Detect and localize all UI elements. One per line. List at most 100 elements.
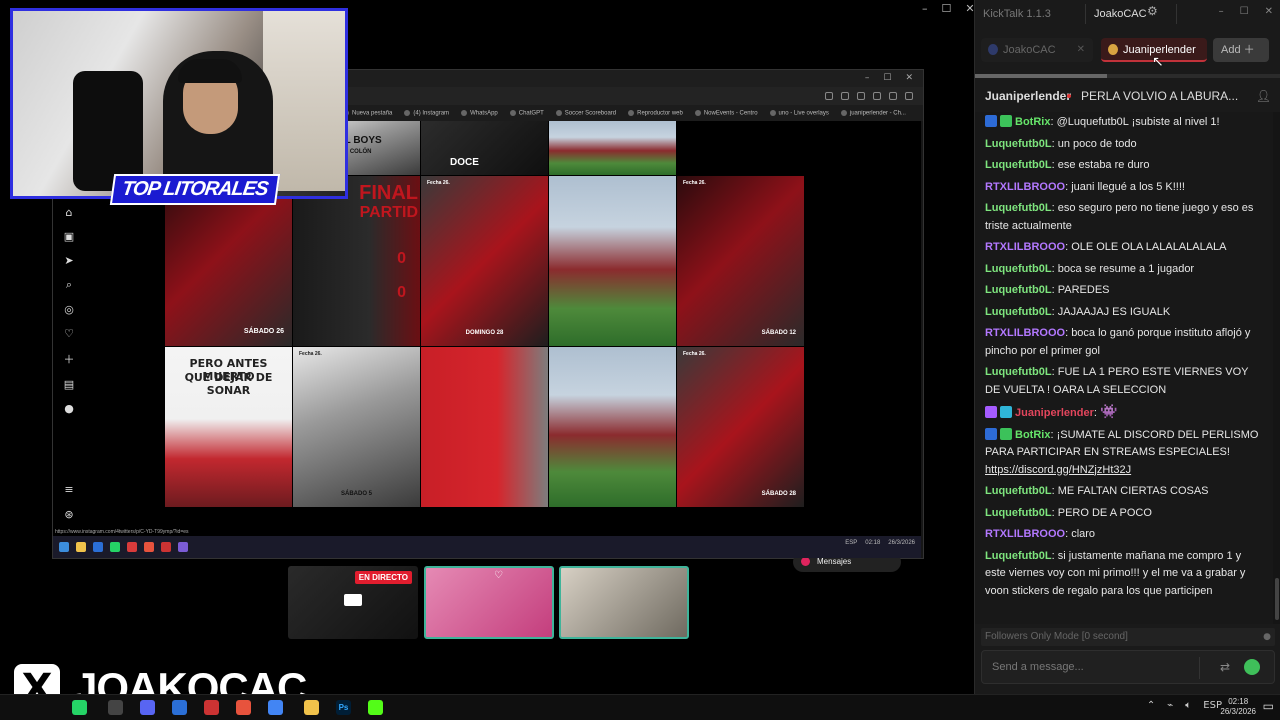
bookmark[interactable]: WhatsApp (461, 110, 498, 116)
chat-username[interactable]: Luquefutb0L (985, 485, 1052, 497)
direct-icon[interactable]: ➤ (64, 254, 73, 267)
chat-username[interactable]: Luquefutb0L (985, 550, 1052, 562)
chat-username[interactable]: Luquefutb0L (985, 159, 1052, 171)
app-icon[interactable] (127, 542, 137, 552)
browser-icon[interactable] (144, 542, 154, 552)
app-icon[interactable] (161, 542, 171, 552)
maximize-icon[interactable]: ☐ (1240, 6, 1249, 17)
chrome-icon[interactable] (268, 700, 283, 715)
scene-thumbnail-room[interactable] (559, 566, 689, 639)
gear-icon[interactable]: ⚙ (1147, 4, 1158, 18)
kick-icon[interactable] (368, 700, 383, 715)
extension-icon[interactable] (825, 92, 833, 100)
post-tile[interactable]: DOCE (421, 121, 548, 175)
chat-link[interactable]: https://discord.gg/HNZjzHt32J (985, 464, 1131, 476)
chat-username[interactable]: Luquefutb0L (985, 202, 1052, 214)
chat-username[interactable]: RTXLILBROOO (985, 327, 1065, 339)
browser-icon[interactable] (236, 700, 251, 715)
volume-icon[interactable]: 🔈︎ (1185, 700, 1191, 711)
emote-picker-icon[interactable] (1244, 659, 1260, 675)
bookmark[interactable]: Reproductor web (628, 110, 683, 116)
app-icon[interactable] (204, 700, 219, 715)
whatsapp-icon[interactable] (72, 700, 87, 715)
bookmark[interactable]: NowEvents - Centro (695, 110, 758, 116)
minimize-icon[interactable]: – (1219, 6, 1224, 17)
photoshop-icon[interactable]: Ps (336, 700, 351, 715)
file-explorer-icon[interactable] (76, 542, 86, 552)
post-tile[interactable]: Fecha 26. DOMINGO 28 (421, 176, 548, 346)
chat-username[interactable]: Luquefutb0L (985, 366, 1052, 378)
translate-icon[interactable]: ⇄ (1220, 651, 1230, 683)
threads-icon[interactable]: ⊛ (64, 508, 73, 521)
user-icon[interactable]: 👤︎ (1256, 86, 1271, 106)
close-icon[interactable]: ✕ (905, 70, 913, 87)
post-tile[interactable] (549, 121, 676, 175)
post-tile[interactable]: FINAL PARTID 0 0 (293, 176, 420, 346)
close-icon[interactable]: ✕ (1265, 6, 1273, 17)
chat-username[interactable]: Luquefutb0L (985, 263, 1052, 275)
post-tile[interactable]: Fecha 26. SÁBADO 5 (293, 347, 420, 507)
post-tile[interactable]: PERO ANTES MUERTO QUE DEJAR DE SONAR (165, 347, 292, 507)
search-icon[interactable]: ⌕ (66, 278, 72, 292)
tab-scroll-thumb[interactable] (975, 74, 1107, 78)
minimize-icon[interactable]: – (865, 70, 870, 87)
maximize-icon[interactable]: ☐ (942, 2, 952, 15)
explore-icon[interactable]: ◎ (64, 303, 74, 316)
maximize-icon[interactable]: ☐ (883, 70, 891, 87)
profile-icon[interactable]: ● (64, 402, 74, 415)
chat-username[interactable]: RTXLILBROOO (985, 528, 1065, 540)
home-icon[interactable]: ⌂ (66, 206, 73, 219)
chevron-up-icon[interactable]: ⌃ (1147, 700, 1155, 711)
chat-scrollbar[interactable] (1273, 112, 1280, 624)
app-icon[interactable] (93, 542, 103, 552)
chat-scroll-thumb[interactable] (1275, 578, 1279, 620)
extension-icon[interactable] (873, 92, 881, 100)
close-tab-icon[interactable]: ✕ (1077, 38, 1085, 62)
post-tile[interactable] (549, 347, 676, 507)
chat-username[interactable]: RTXLILBROOO (985, 181, 1065, 193)
extension-icon[interactable] (841, 92, 849, 100)
create-icon[interactable]: ＋ (64, 351, 75, 367)
notifications-icon[interactable]: ▭ (1263, 699, 1274, 713)
discord-icon[interactable] (140, 700, 155, 715)
lang[interactable]: ESP (1203, 700, 1222, 711)
chat-input[interactable]: Send a message... ⇄ (981, 650, 1275, 684)
bookmark[interactable]: ChatGPT (510, 110, 544, 116)
bookmark[interactable]: juaniperlender - Ch... (841, 110, 906, 116)
file-explorer-icon[interactable] (304, 700, 319, 715)
dashboard-icon[interactable]: ▤ (64, 378, 74, 391)
extension-icon[interactable] (889, 92, 897, 100)
chat-username[interactable]: BotRix (1015, 116, 1050, 128)
chat-username[interactable]: Luquefutb0L (985, 138, 1052, 150)
extension-icon[interactable] (857, 92, 865, 100)
add-tab-button[interactable]: Add ＋ (1213, 38, 1269, 62)
bookmark[interactable]: (4) Instagram (404, 110, 449, 116)
minimize-icon[interactable]: – (922, 2, 928, 15)
app-icon[interactable] (108, 700, 123, 715)
info-icon[interactable]: ● (1263, 628, 1271, 646)
post-tile[interactable] (549, 176, 676, 346)
clock[interactable]: 02:18 26/3/2026 (1220, 697, 1256, 717)
more-menu-icon[interactable]: ≡ (64, 483, 73, 496)
bookmark[interactable]: Nueva pestaña (343, 110, 392, 116)
chat-username[interactable]: Luquefutb0L (985, 507, 1052, 519)
post-tile[interactable]: Fecha 26. SÁBADO 12 (677, 176, 804, 346)
chat-username[interactable]: BotRix (1015, 429, 1050, 441)
streamer-name[interactable]: Juaniperlender (985, 86, 1071, 106)
app-icon[interactable] (178, 542, 188, 552)
network-icon[interactable]: ⌁ (1167, 700, 1173, 711)
bookmark[interactable]: Soccer Scoreboard (556, 110, 616, 116)
reels-icon[interactable]: ▣ (64, 230, 74, 243)
scene-thumbnail-cam[interactable]: ♡ (424, 566, 554, 639)
heart-icon[interactable]: ♡ (64, 327, 74, 340)
account-name[interactable]: JoakoCAC (1085, 4, 1177, 24)
windows-start-icon[interactable] (59, 542, 69, 552)
chat-username[interactable]: Luquefutb0L (985, 284, 1052, 296)
whatsapp-icon[interactable] (110, 542, 120, 552)
app-icon[interactable] (172, 700, 187, 715)
menu-icon[interactable] (905, 92, 913, 100)
scene-thumbnail-live[interactable]: EN DIRECTO (288, 566, 418, 639)
tab-joakocac[interactable]: JoakoCAC ✕ (981, 38, 1093, 62)
bookmark[interactable]: uno - Live overlays (770, 110, 829, 116)
post-tile[interactable]: Fecha 26. SÁBADO 28 (677, 347, 804, 507)
